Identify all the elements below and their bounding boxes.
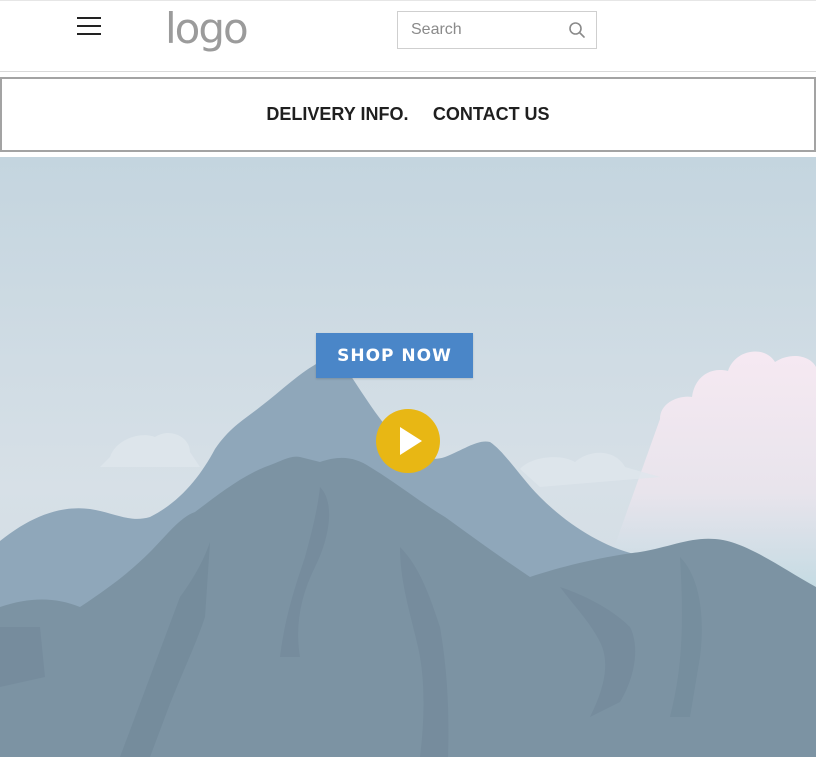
hamburger-menu-icon[interactable] [77, 17, 101, 37]
search-box [397, 11, 597, 49]
search-icon[interactable] [568, 21, 586, 39]
play-icon[interactable] [376, 409, 440, 473]
nav-delivery-info[interactable]: DELIVERY INFO. [266, 79, 408, 150]
nav-contact-us[interactable]: CONTACT US [433, 79, 550, 150]
search-input[interactable] [398, 12, 558, 48]
hero-banner: SHOP NOW [0, 157, 816, 757]
site-header: logo [0, 0, 816, 72]
logo[interactable]: logo [165, 5, 249, 53]
shop-now-button[interactable]: SHOP NOW [316, 333, 473, 378]
main-nav: DELIVERY INFO. CONTACT US [0, 77, 816, 152]
